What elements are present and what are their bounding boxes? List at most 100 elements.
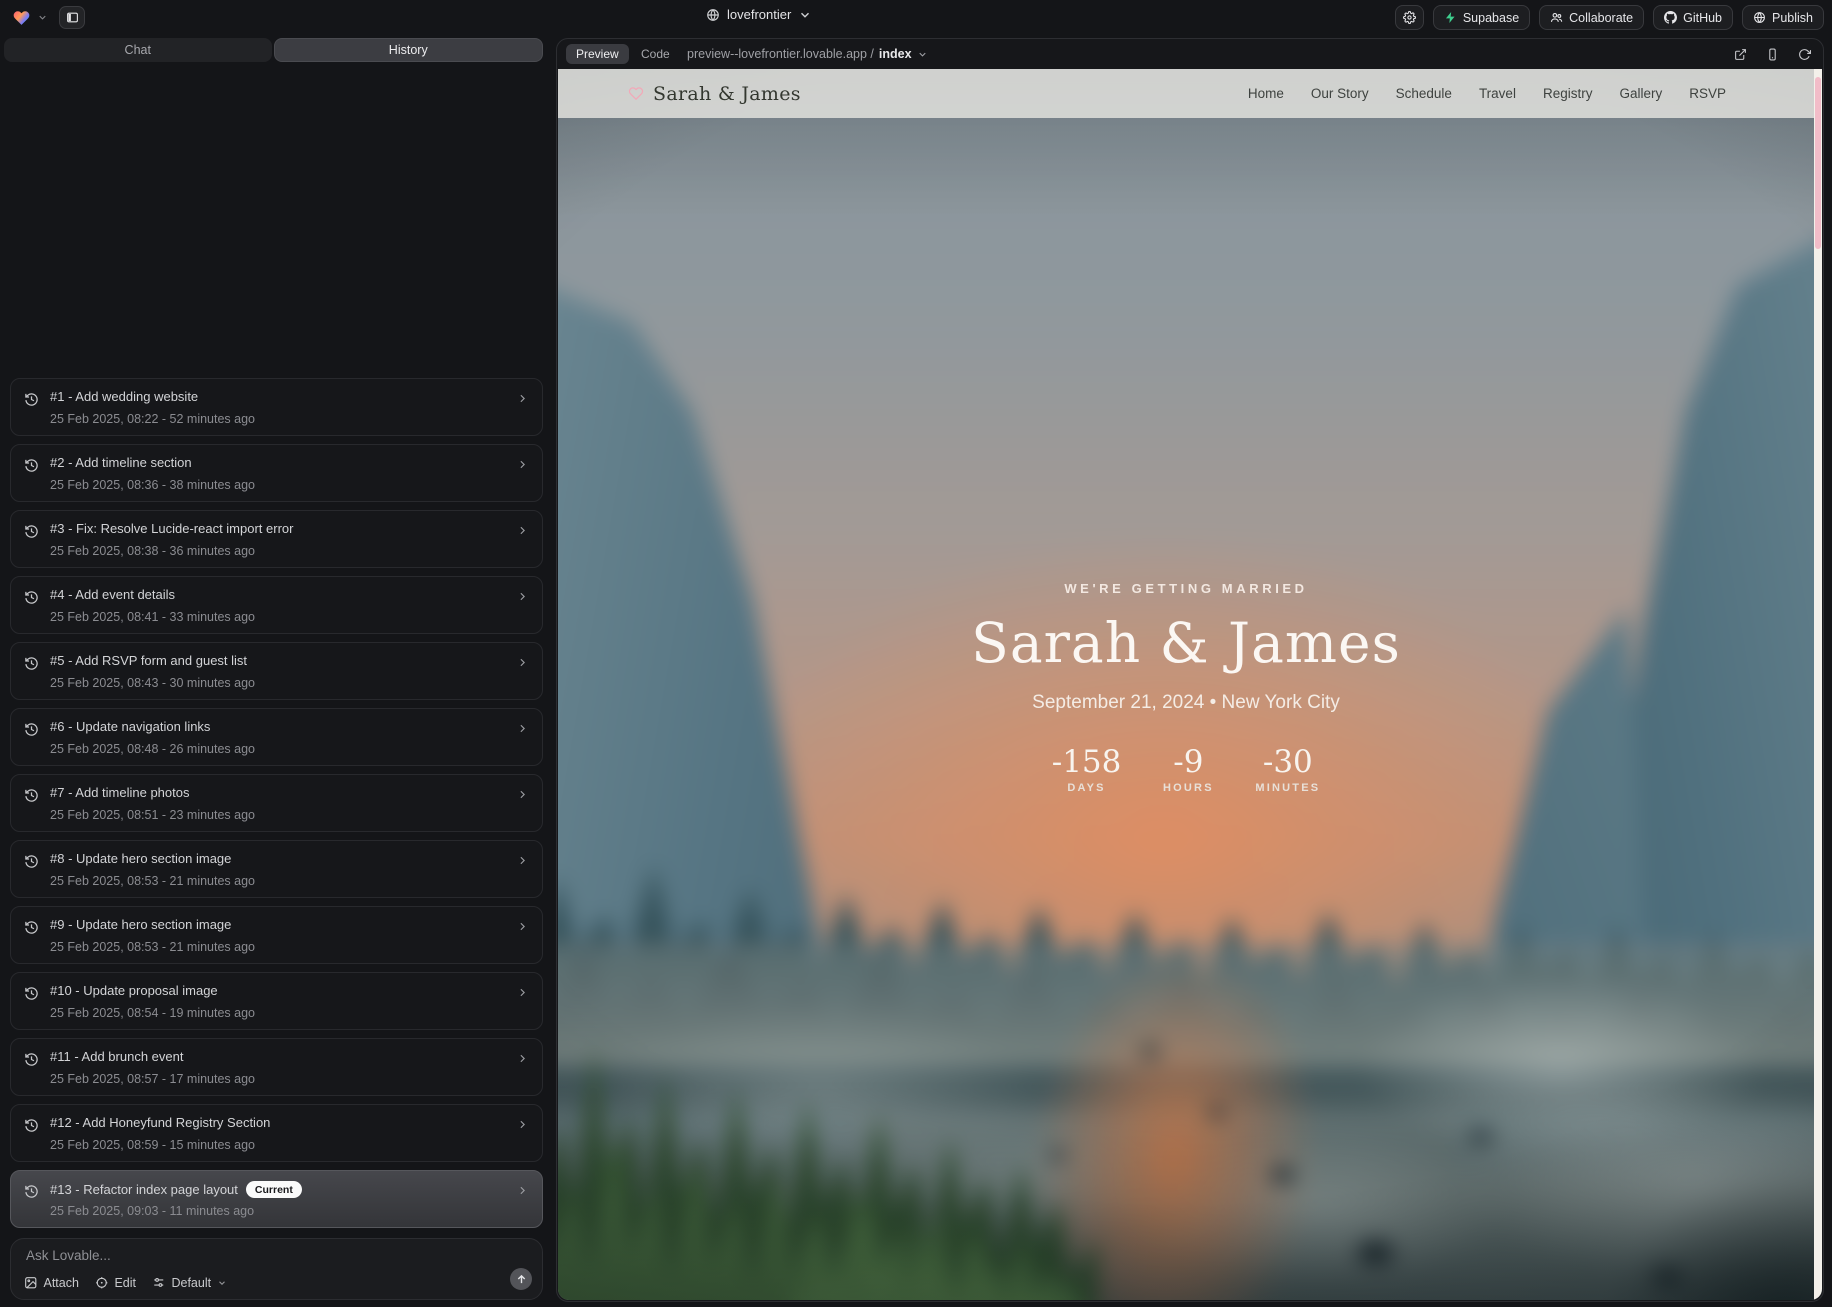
history-item[interactable]: #8 - Update hero section image 25 Feb 20… (10, 840, 543, 898)
countdown-label: MINUTES (1255, 782, 1320, 794)
site-scrollbar[interactable] (1814, 69, 1822, 1300)
attach-button[interactable]: Attach (24, 1276, 79, 1290)
site-nav-link[interactable]: Gallery (1619, 86, 1662, 101)
site-header: Sarah & James Home Our Story Schedule Trave… (558, 69, 1814, 118)
project-name: lovefrontier (727, 7, 791, 22)
history-item[interactable]: #2 - Add timeline section 25 Feb 2025, 0… (10, 444, 543, 502)
history-item[interactable]: #13 - Refactor index page layout Current… (10, 1170, 543, 1228)
chevron-right-icon (516, 590, 529, 603)
tab-history[interactable]: History (274, 38, 544, 62)
url-chevron-down-icon (917, 49, 928, 60)
collaborate-label: Collaborate (1569, 11, 1633, 25)
history-item-title: #3 - Fix: Resolve Lucide-react import er… (50, 521, 293, 536)
countdown-unit: -9 HOURS (1157, 744, 1219, 794)
history-item[interactable]: #12 - Add Honeyfund Registry Section 25 … (10, 1104, 543, 1162)
history-item-timestamp: 25 Feb 2025, 08:53 - 21 minutes ago (50, 940, 255, 954)
lovable-app: lovefrontier Supabase Collaborate GitHub… (0, 0, 1832, 1307)
github-button[interactable]: GitHub (1653, 5, 1733, 30)
history-item-title: #9 - Update hero section image (50, 917, 231, 932)
history-item-timestamp: 25 Feb 2025, 08:38 - 36 minutes ago (50, 544, 255, 558)
history-item-timestamp: 25 Feb 2025, 08:51 - 23 minutes ago (50, 808, 255, 822)
website-preview: Sarah & James Home Our Story Schedule Trave… (558, 69, 1822, 1300)
topbar: lovefrontier Supabase Collaborate GitHub… (0, 0, 1832, 36)
history-item[interactable]: #10 - Update proposal image 25 Feb 2025,… (10, 972, 543, 1030)
chevron-right-icon (516, 854, 529, 867)
countdown-value: -9 (1157, 744, 1219, 780)
history-item[interactable]: #11 - Add brunch event 25 Feb 2025, 08:5… (10, 1038, 543, 1096)
history-item-timestamp: 25 Feb 2025, 08:41 - 33 minutes ago (50, 610, 255, 624)
edit-label: Edit (114, 1276, 136, 1290)
history-item-title: #7 - Add timeline photos (50, 785, 189, 800)
site-nav-link[interactable]: Travel (1479, 86, 1516, 101)
send-button[interactable] (510, 1268, 532, 1290)
site-nav-link[interactable]: Schedule (1396, 86, 1452, 101)
edit-target-icon (95, 1276, 109, 1290)
open-in-new-tab-icon[interactable] (1734, 48, 1747, 61)
url-prefix: preview--lovefrontier.lovable.app / (687, 47, 874, 61)
chevron-right-icon (516, 656, 529, 669)
history-item[interactable]: #3 - Fix: Resolve Lucide-react import er… (10, 510, 543, 568)
history-item-title: #10 - Update proposal image (50, 983, 218, 998)
supabase-bolt-icon (1444, 11, 1457, 24)
history-icon (24, 392, 39, 407)
hero-section: WE'RE GETTING MARRIED Sarah & James Sept… (558, 581, 1814, 794)
edit-mode-button[interactable]: Edit (95, 1276, 136, 1290)
ask-lovable-input[interactable] (26, 1248, 456, 1263)
history-item[interactable]: #5 - Add RSVP form and guest list 25 Feb… (10, 642, 543, 700)
site-nav-link[interactable]: RSVP (1689, 86, 1726, 101)
site-nav-link[interactable]: Home (1248, 86, 1284, 101)
current-badge: Current (246, 1181, 302, 1198)
mode-selector-button[interactable]: Default (152, 1276, 227, 1290)
refresh-icon[interactable] (1798, 48, 1811, 61)
toggle-sidebar-button[interactable] (59, 6, 85, 29)
preview-toolbar: Preview Code preview--lovefrontier.lovab… (557, 39, 1823, 69)
heart-outline-icon (628, 86, 644, 101)
github-label: GitHub (1683, 11, 1722, 25)
chevron-right-icon (516, 788, 529, 801)
history-icon (24, 524, 39, 539)
history-item[interactable]: #6 - Update navigation links 25 Feb 2025… (10, 708, 543, 766)
history-item-timestamp: 25 Feb 2025, 09:03 - 11 minutes ago (50, 1204, 254, 1218)
site-nav-link[interactable]: Registry (1543, 86, 1593, 101)
logo-chevron-down-icon[interactable] (37, 12, 48, 23)
history-item-timestamp: 25 Feb 2025, 08:43 - 30 minutes ago (50, 676, 255, 690)
lovable-logo-heart-icon[interactable] (12, 9, 31, 27)
history-item[interactable]: #7 - Add timeline photos 25 Feb 2025, 08… (10, 774, 543, 832)
tab-code[interactable]: Code (633, 44, 678, 64)
mobile-view-icon[interactable] (1766, 48, 1779, 61)
supabase-button[interactable]: Supabase (1433, 5, 1530, 30)
history-item[interactable]: #4 - Add event details 25 Feb 2025, 08:4… (10, 576, 543, 634)
tab-chat[interactable]: Chat (4, 38, 272, 62)
settings-button[interactable] (1395, 5, 1424, 30)
history-item-timestamp: 25 Feb 2025, 08:53 - 21 minutes ago (50, 874, 255, 888)
history-item-title: #13 - Refactor index page layout (50, 1182, 238, 1197)
history-item[interactable]: #1 - Add wedding website 25 Feb 2025, 08… (10, 378, 543, 436)
arrow-up-icon (516, 1274, 527, 1285)
collaborate-button[interactable]: Collaborate (1539, 5, 1644, 30)
preview-url[interactable]: preview--lovefrontier.lovable.app / inde… (687, 44, 928, 64)
history-icon (24, 1184, 39, 1199)
tab-preview[interactable]: Preview (566, 44, 629, 64)
history-item-title: #11 - Add brunch event (50, 1049, 183, 1064)
history-item-title: #6 - Update navigation links (50, 719, 210, 734)
github-icon (1664, 11, 1677, 24)
site-brand[interactable]: Sarah & James (628, 83, 801, 105)
project-selector[interactable]: lovefrontier (706, 7, 812, 22)
countdown: -158 DAYS -9 HOURS -30 MINUTES (558, 744, 1814, 794)
gear-icon (1403, 11, 1416, 24)
history-item-timestamp: 25 Feb 2025, 08:57 - 17 minutes ago (50, 1072, 255, 1086)
history-icon (24, 722, 39, 737)
history-item-title: #2 - Add timeline section (50, 455, 192, 470)
publish-globe-icon (1753, 11, 1766, 24)
countdown-label: DAYS (1052, 782, 1122, 794)
chevron-right-icon (516, 458, 529, 471)
site-nav-link[interactable]: Our Story (1311, 86, 1369, 101)
history-item[interactable]: #9 - Update hero section image 25 Feb 20… (10, 906, 543, 964)
site-brand-name: Sarah & James (653, 83, 801, 105)
attach-label: Attach (44, 1276, 79, 1290)
publish-button[interactable]: Publish (1742, 5, 1824, 30)
chevron-right-icon (516, 392, 529, 405)
site-scrollbar-thumb[interactable] (1815, 77, 1821, 249)
hero-eyebrow: WE'RE GETTING MARRIED (558, 581, 1814, 596)
mode-chevron-down-icon (217, 1278, 227, 1288)
